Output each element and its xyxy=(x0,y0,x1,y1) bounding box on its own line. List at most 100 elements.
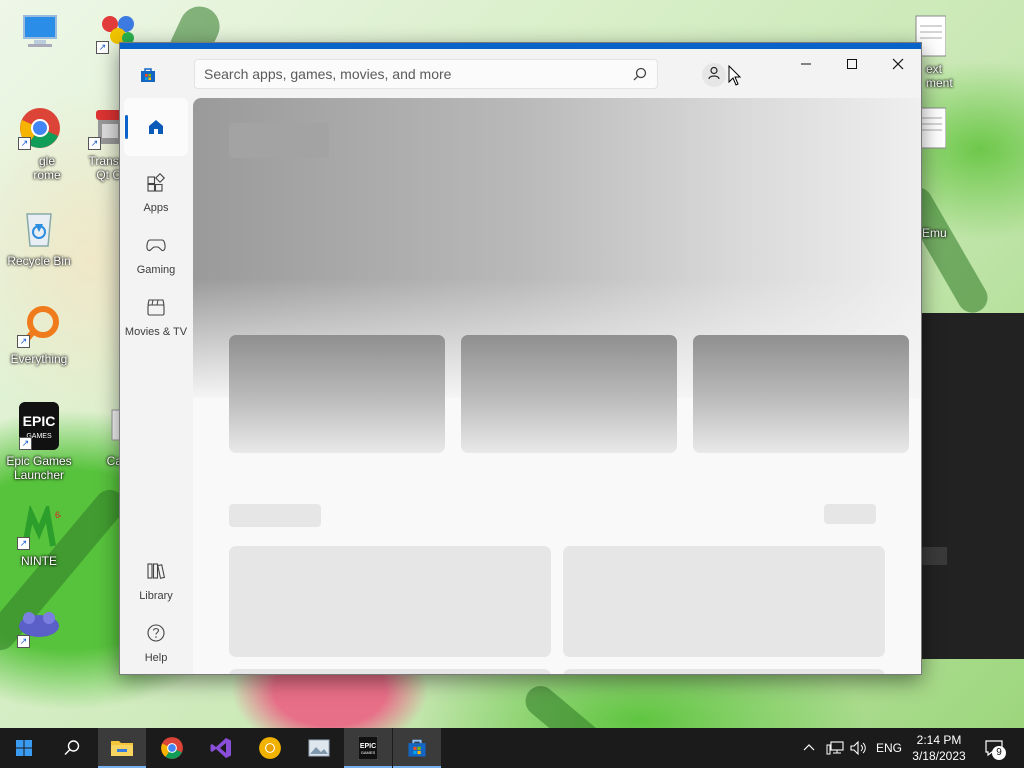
help-icon xyxy=(146,624,166,646)
desktop-icon-emulator-2[interactable]: ↗ xyxy=(1,604,77,648)
nav-item-gaming[interactable]: Gaming xyxy=(124,235,188,276)
nav-item-label: Help xyxy=(144,652,168,664)
microsoft-store-window[interactable]: Apps Gaming Movies & TV Library Help xyxy=(119,42,922,675)
card-placeholder[interactable] xyxy=(563,669,885,674)
maximize-button[interactable] xyxy=(829,49,875,79)
hero-tile-placeholder[interactable] xyxy=(693,335,909,453)
computer-icon xyxy=(18,10,62,54)
shortcut-arrow-icon: ↗ xyxy=(18,137,31,150)
network-button[interactable] xyxy=(826,728,844,768)
taskbar-file-explorer[interactable] xyxy=(98,728,146,768)
clapperboard-icon xyxy=(146,299,166,320)
svg-text:EPIC: EPIC xyxy=(23,413,56,429)
content-area xyxy=(193,98,921,674)
home-icon xyxy=(146,120,166,140)
search-bar[interactable] xyxy=(194,59,658,89)
store-logo-icon xyxy=(139,66,157,89)
visual-studio-icon xyxy=(210,738,231,758)
desktop-icon-chrome[interactable]: ↗ gle rome xyxy=(2,106,78,182)
epic-games-icon: EPICGAMES xyxy=(358,736,378,760)
mouse-cursor-icon xyxy=(728,64,742,92)
action-center-button[interactable]: 9 xyxy=(982,728,1006,768)
chrome-canary-icon xyxy=(259,737,281,759)
folder-icon xyxy=(111,741,133,756)
desktop-icon-label: gle rome xyxy=(33,154,61,182)
library-icon xyxy=(146,563,166,584)
windows-logo-icon xyxy=(16,740,32,756)
close-icon xyxy=(892,58,904,70)
account-button[interactable] xyxy=(702,63,726,87)
everything-icon: ↗ xyxy=(17,304,61,348)
chrome-icon xyxy=(161,737,183,759)
language-indicator[interactable]: ENG xyxy=(876,728,902,768)
nintendo64-icon: 64 ↗ xyxy=(17,501,65,550)
desktop-icon-label: Recycle Bin xyxy=(7,254,71,268)
close-button[interactable] xyxy=(875,49,921,79)
background-window xyxy=(920,313,1024,659)
apps-icon xyxy=(146,172,166,196)
desktop-icon-label: NINTE xyxy=(21,554,57,568)
search-icon xyxy=(64,740,80,755)
gamepad-icon xyxy=(145,239,167,258)
shortcut-arrow-icon: ↗ xyxy=(96,41,109,54)
shortcut-arrow-icon: ↗ xyxy=(88,137,101,150)
desktop-icon-everything[interactable]: ↗ Everything xyxy=(1,304,77,366)
taskbar-chrome-canary[interactable] xyxy=(246,728,294,768)
user-icon xyxy=(707,66,721,85)
hero-tile-placeholder[interactable] xyxy=(461,335,677,453)
recycle-bin-icon xyxy=(17,206,61,250)
taskbar-visual-studio[interactable] xyxy=(197,728,245,768)
store-icon xyxy=(408,739,426,757)
nav-item-label: Movies & TV xyxy=(124,326,188,338)
desktop-icon-computer[interactable] xyxy=(2,10,78,54)
nav-item-label: Apps xyxy=(143,202,169,214)
taskbar-epic-games[interactable]: EPIC GAMES xyxy=(344,728,392,768)
desktop-icon-nintendo64[interactable]: 64 ↗ NINTE xyxy=(1,501,77,568)
maximize-icon xyxy=(847,59,857,69)
shortcut-arrow-icon: ↗ xyxy=(17,635,30,648)
card-placeholder[interactable] xyxy=(563,546,885,657)
card-placeholder[interactable] xyxy=(229,546,551,657)
speaker-icon xyxy=(850,741,866,755)
nav-item-label: Gaming xyxy=(136,264,176,276)
notification-count-badge: 9 xyxy=(992,746,1006,760)
see-all-placeholder[interactable] xyxy=(824,504,876,524)
taskbar-chrome[interactable] xyxy=(148,728,196,768)
wallpaper-stroke xyxy=(519,679,631,728)
start-button[interactable] xyxy=(0,728,48,768)
search-input[interactable] xyxy=(195,60,624,88)
taskbar-search-button[interactable] xyxy=(48,728,96,768)
taskbar-app[interactable] xyxy=(295,728,343,768)
nav-item-home[interactable] xyxy=(124,117,188,140)
search-icon[interactable] xyxy=(633,67,647,86)
nav-item-library[interactable]: Library xyxy=(124,561,188,602)
minimize-icon xyxy=(801,63,811,65)
background-window-element xyxy=(920,547,947,565)
gamepad-icon: ↗ xyxy=(17,604,61,648)
clock-date: 3/18/2023 xyxy=(912,749,966,763)
show-hidden-icons-button[interactable] xyxy=(803,728,815,768)
desktop-icon-label: Everything xyxy=(10,352,68,366)
epic-games-icon: EPIC GAMES ↗ xyxy=(19,402,59,450)
card-placeholder[interactable] xyxy=(229,669,551,674)
desktop-icon-epic-games[interactable]: EPIC GAMES ↗ Epic Games Launcher xyxy=(1,402,77,482)
svg-text:GAMES: GAMES xyxy=(361,750,376,755)
nav-item-apps[interactable]: Apps xyxy=(124,172,188,214)
clock[interactable]: 2:14 PM 3/18/2023 xyxy=(906,728,972,768)
desktop-icon-recycle-bin[interactable]: Recycle Bin xyxy=(1,206,77,268)
shortcut-arrow-icon: ↗ xyxy=(17,335,30,348)
chrome-icon: ↗ xyxy=(18,106,62,150)
svg-text:64: 64 xyxy=(55,510,61,520)
hero-tile-placeholder[interactable] xyxy=(229,335,445,453)
volume-button[interactable] xyxy=(850,728,868,768)
minimize-button[interactable] xyxy=(783,49,829,79)
hero-title-placeholder xyxy=(229,123,329,158)
image-viewer-icon xyxy=(308,739,330,757)
taskbar: EPIC GAMES ENG 2:14 PM 3/18/2023 9 xyxy=(0,728,1024,768)
taskbar-microsoft-store[interactable] xyxy=(393,728,441,768)
shortcut-arrow-icon: ↗ xyxy=(17,537,30,550)
nav-item-movies-tv[interactable]: Movies & TV xyxy=(124,297,188,338)
nav-item-help[interactable]: Help xyxy=(124,623,188,664)
network-icon xyxy=(826,741,844,755)
clock-time: 2:14 PM xyxy=(916,733,962,747)
